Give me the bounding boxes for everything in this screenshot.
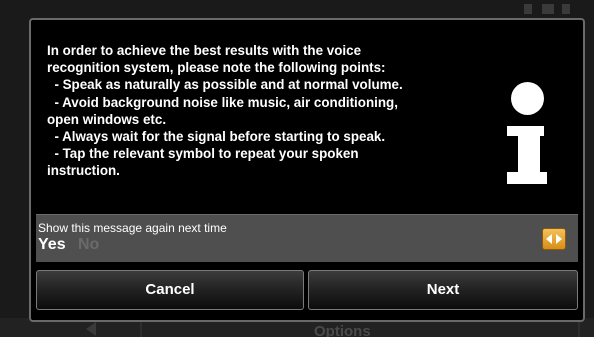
show-again-setting[interactable]: Show this message again next time Yes No (36, 214, 578, 262)
background-options-label: Options (314, 323, 371, 337)
message-line: - Avoid background noise like music, air… (47, 94, 398, 110)
option-no[interactable]: No (78, 236, 99, 254)
message-line: open windows etc. (47, 111, 167, 127)
dialog-message: In order to achieve the best results wit… (47, 42, 477, 180)
message-line: - Tap the relevant symbol to repeat your… (47, 146, 359, 162)
battery-icon (562, 4, 570, 14)
info-icon (507, 82, 547, 192)
volume-icon (542, 4, 554, 14)
back-arrow-icon (86, 322, 96, 336)
arrow-right-icon (556, 234, 562, 244)
next-button[interactable]: Next (308, 270, 578, 310)
signal-icon (524, 4, 532, 14)
option-yes[interactable]: Yes (38, 236, 66, 254)
arrow-left-icon (546, 234, 552, 244)
message-line: recognition system, please note the foll… (47, 60, 386, 76)
message-line: In order to achieve the best results wit… (47, 43, 362, 58)
message-line: - Speak as naturally as possible and at … (47, 77, 403, 93)
show-again-label: Show this message again next time (38, 221, 227, 235)
toggle-option-button[interactable] (542, 228, 566, 250)
navigation-screen: Options In order to achieve the best res… (0, 0, 594, 337)
status-bar-icons (520, 2, 580, 16)
message-line: - Always wait for the signal before star… (47, 129, 386, 145)
message-line: instruction. (47, 163, 120, 179)
voice-recognition-info-dialog: In order to achieve the best results wit… (29, 18, 585, 322)
cancel-button[interactable]: Cancel (36, 270, 304, 310)
